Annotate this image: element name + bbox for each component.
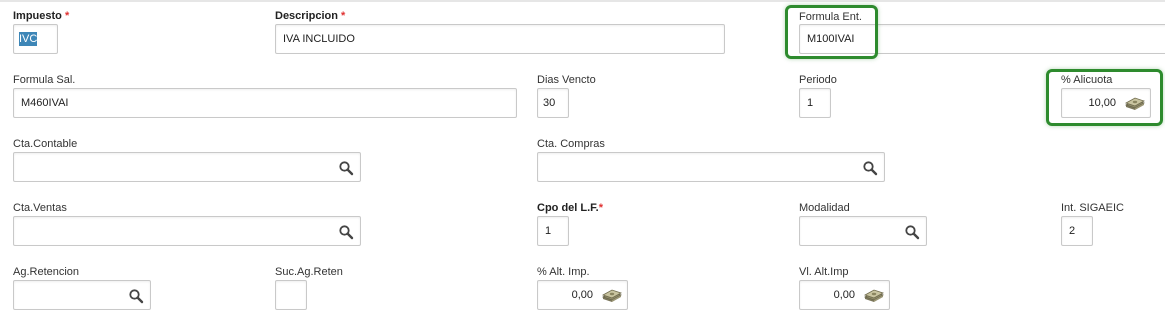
money-icon[interactable] [863, 289, 885, 303]
vl-alt-imp-input[interactable]: 0,00 [799, 280, 890, 310]
cta-ventas-label: Cta.Ventas [13, 202, 67, 214]
formula-sal-label: Formula Sal. [13, 74, 76, 86]
impuesto-value: IVC [19, 32, 38, 46]
int-sigaeic-label: Int. SIGAEIC [1061, 202, 1124, 214]
int-sigaeic-value: 2 [1069, 225, 1076, 237]
ag-retencion-input[interactable] [13, 280, 151, 310]
alt-imp-label: % Alt. Imp. [537, 266, 590, 278]
cpo-lf-label: Cpo del L.F.* [537, 202, 604, 214]
dias-vencto-label: Dias Vencto [537, 74, 596, 86]
search-icon[interactable] [338, 160, 354, 176]
alicuota-highlight [1046, 69, 1163, 126]
suc-ag-reten-label: Suc.Ag.Reten [275, 266, 343, 278]
cpo-lf-input[interactable]: 1 [537, 216, 569, 246]
search-icon[interactable] [862, 160, 878, 176]
impuesto-input[interactable]: IVC [13, 24, 58, 54]
suc-ag-reten-input[interactable] [275, 280, 307, 310]
vl-alt-imp-label: Vl. Alt.Imp [799, 266, 849, 278]
descripcion-input[interactable]: IVA INCLUIDO [275, 24, 725, 54]
cta-ventas-input[interactable] [13, 216, 361, 246]
periodo-value: 1 [807, 97, 814, 109]
impuesto-label: Impuesto * [13, 10, 70, 22]
formula-ent-highlight [785, 5, 878, 59]
alt-imp-input[interactable]: 0,00 [537, 280, 628, 310]
cpo-lf-value: 1 [545, 225, 552, 237]
modalidad-input[interactable] [799, 216, 927, 246]
money-icon[interactable] [601, 289, 623, 303]
dias-vencto-input[interactable]: 30 [537, 88, 569, 118]
periodo-input[interactable]: 1 [799, 88, 831, 118]
alt-imp-value: 0,00 [571, 289, 593, 301]
search-icon[interactable] [904, 224, 920, 240]
dias-vencto-value: 30 [543, 97, 556, 109]
search-icon[interactable] [338, 224, 354, 240]
formula-sal-input[interactable]: M460IVAI [13, 88, 517, 118]
descripcion-value: IVA INCLUIDO [283, 33, 355, 45]
cta-compras-input[interactable] [537, 152, 885, 182]
search-icon[interactable] [128, 288, 144, 304]
cta-compras-label: Cta. Compras [537, 138, 605, 150]
formula-sal-value: M460IVAI [21, 97, 69, 109]
modalidad-label: Modalidad [799, 202, 850, 214]
cta-contable-input[interactable] [13, 152, 361, 182]
int-sigaeic-input[interactable]: 2 [1061, 216, 1093, 246]
cta-contable-label: Cta.Contable [13, 138, 78, 150]
ag-retencion-label: Ag.Retencion [13, 266, 80, 278]
periodo-label: Periodo [799, 74, 837, 86]
vl-alt-imp-value: 0,00 [833, 289, 855, 301]
descripcion-label: Descripcion * [275, 10, 346, 22]
top-divider [0, 0, 1165, 2]
